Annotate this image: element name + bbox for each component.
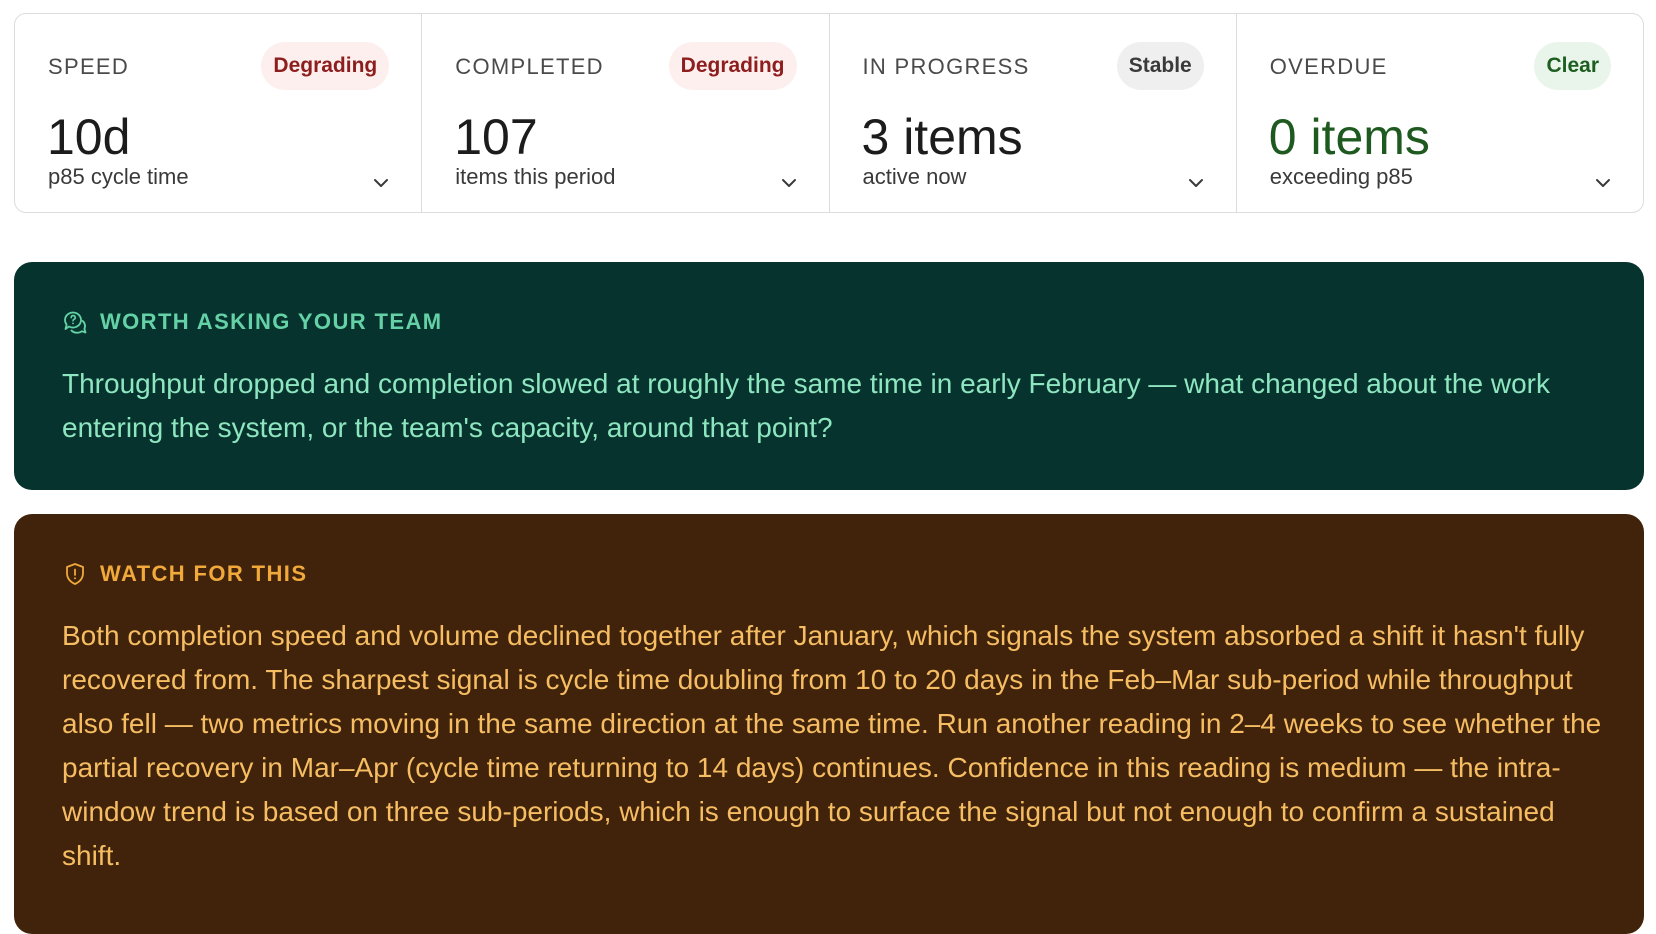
metric-card-completed[interactable]: COMPLETED Degrading 107 items this perio… — [422, 14, 830, 212]
shield-alert-icon — [66, 563, 84, 585]
status-badge: Stable — [1116, 42, 1204, 90]
metrics-row: SPEED Degrading 10d p85 cycle time COMPL… — [14, 13, 1644, 213]
metric-value: 107 — [454, 109, 538, 165]
metric-label: SPEED — [48, 54, 130, 79]
metric-card-overdue[interactable]: OVERDUE Clear 0 items exceeding p85 — [1237, 14, 1643, 212]
worth-asking-heading: WORTH ASKING YOUR TEAM — [62, 309, 442, 335]
metric-value: 10d — [47, 109, 131, 165]
watch-for-this-heading: WATCH FOR THIS — [62, 561, 307, 587]
status-badge: Degrading — [668, 42, 797, 90]
metric-label: COMPLETED — [455, 54, 604, 79]
metric-label: OVERDUE — [1269, 54, 1388, 79]
status-badge: Clear — [1534, 42, 1611, 90]
metric-card-in-progress[interactable]: IN PROGRESS Stable 3 items active now — [830, 14, 1237, 212]
chat-question-icon — [64, 311, 87, 334]
metric-caption: p85 cycle time — [48, 164, 189, 189]
chevron-down-icon[interactable] — [779, 176, 799, 190]
metric-caption: items this period — [455, 164, 616, 189]
watch-for-this-title: WATCH FOR THIS — [100, 561, 308, 586]
metric-caption: active now — [862, 164, 967, 189]
metric-label: IN PROGRESS — [862, 54, 1030, 79]
worth-asking-panel: WORTH ASKING YOUR TEAM Throughput droppe… — [14, 262, 1644, 490]
watch-for-this-panel: WATCH FOR THIS Both completion speed and… — [14, 514, 1644, 934]
watch-for-this-text: Both completion speed and volume decline… — [62, 620, 1602, 871]
chevron-down-icon[interactable] — [1593, 176, 1613, 190]
worth-asking-text: Throughput dropped and completion slowed… — [62, 368, 1550, 443]
metric-value: 0 items — [1268, 109, 1430, 165]
metric-caption: exceeding p85 — [1269, 164, 1413, 189]
metric-card-speed[interactable]: SPEED Degrading 10d p85 cycle time — [15, 14, 423, 212]
metric-value: 3 items — [861, 109, 1023, 165]
worth-asking-title: WORTH ASKING YOUR TEAM — [100, 309, 443, 334]
status-badge: Degrading — [261, 42, 390, 90]
chevron-down-icon[interactable] — [1186, 176, 1206, 190]
chevron-down-icon[interactable] — [371, 176, 391, 190]
